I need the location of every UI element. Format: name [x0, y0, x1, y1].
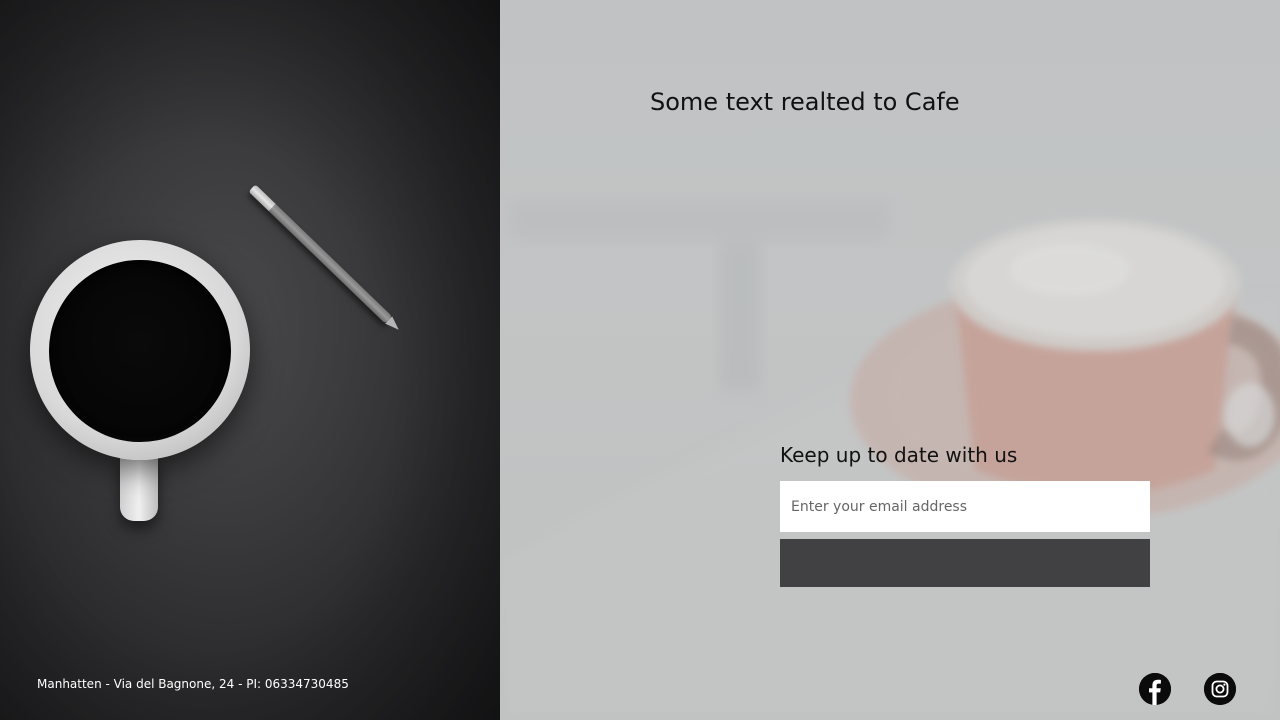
- cup-handle-image: [120, 455, 158, 521]
- coffee-photo-panel: Manhatten - Via del Bagnone, 24 - PI: 06…: [0, 0, 500, 720]
- instagram-link[interactable]: [1204, 673, 1236, 705]
- address-text: Manhatten - Via del Bagnone, 24 - PI: 06…: [37, 677, 349, 691]
- instagram-icon: [1204, 673, 1236, 705]
- coffee-liquid: [49, 260, 231, 442]
- newsletter-title: Keep up to date with us: [780, 443, 1018, 467]
- content-panel: Some text realted to Cafe Keep up to dat…: [500, 0, 1280, 720]
- page-headline: Some text realted to Cafe: [650, 88, 960, 116]
- facebook-icon: [1139, 673, 1171, 705]
- subscribe-button[interactable]: [780, 539, 1150, 587]
- facebook-link[interactable]: [1139, 673, 1171, 705]
- email-input[interactable]: [780, 481, 1150, 532]
- coffee-cup-image: [30, 240, 250, 460]
- page: Manhatten - Via del Bagnone, 24 - PI: 06…: [0, 0, 1280, 720]
